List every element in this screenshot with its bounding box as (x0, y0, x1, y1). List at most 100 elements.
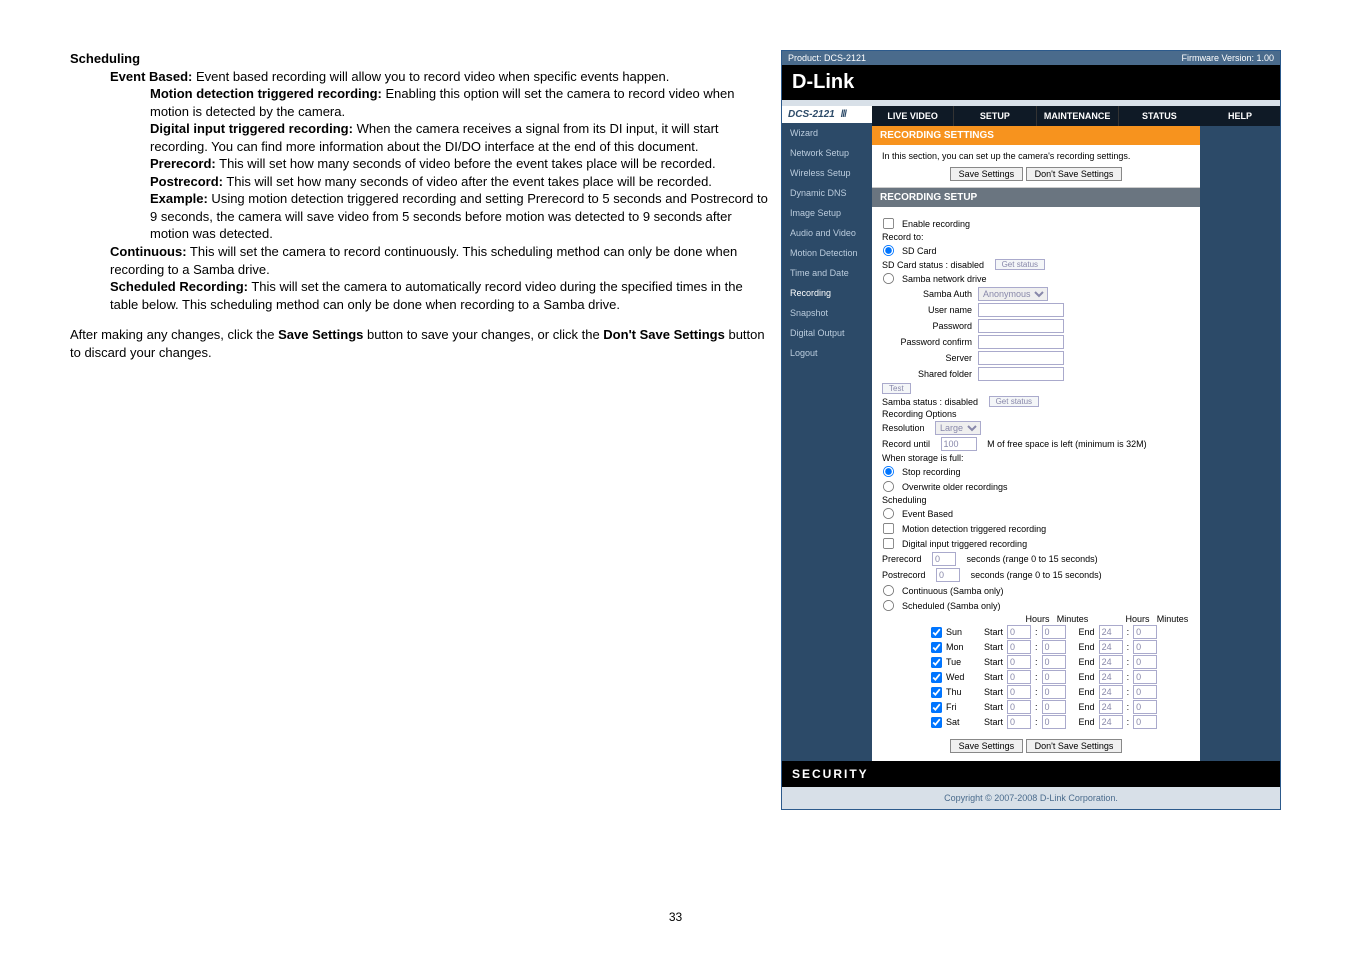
sidebar-item-wizard[interactable]: Wizard (782, 123, 872, 143)
label-motion: Motion detection triggered recording: (150, 86, 382, 101)
sidebar-item-image-setup[interactable]: Image Setup (782, 203, 872, 223)
schedule-row: SatStart : End : (930, 715, 1190, 729)
start-hours-input[interactable] (1007, 670, 1031, 684)
sidebar-item-logout[interactable]: Logout (782, 343, 872, 363)
start-minutes-input[interactable] (1042, 655, 1066, 669)
end-minutes-input[interactable] (1133, 640, 1157, 654)
day-checkbox[interactable] (931, 701, 942, 712)
label-event-based: Event Based: (110, 69, 192, 84)
sidebar-item-network-setup[interactable]: Network Setup (782, 143, 872, 163)
label-scheduled: Scheduled Recording: (110, 279, 248, 294)
end-minutes-input[interactable] (1133, 625, 1157, 639)
end-minutes-input[interactable] (1133, 700, 1157, 714)
sd-card-radio[interactable] (883, 245, 894, 256)
day-checkbox[interactable] (931, 626, 942, 637)
scheduled-radio[interactable] (883, 600, 894, 611)
samba-auth-select[interactable]: Anonymous (978, 287, 1048, 301)
app-screenshot: Product: DCS-2121 Firmware Version: 1.00… (781, 50, 1281, 810)
record-until-input[interactable] (941, 437, 977, 451)
day-checkbox[interactable] (931, 716, 942, 727)
resolution-select[interactable]: Large (935, 421, 981, 435)
schedule-row: SunStart : End : (930, 625, 1190, 639)
end-hours-input[interactable] (1099, 700, 1123, 714)
end-hours-input[interactable] (1099, 715, 1123, 729)
sidebar-item-dynamic-dns[interactable]: Dynamic DNS (782, 183, 872, 203)
model-badge: DCS-2121/// (782, 106, 872, 123)
end-minutes-input[interactable] (1133, 670, 1157, 684)
start-minutes-input[interactable] (1042, 715, 1066, 729)
day-checkbox[interactable] (931, 656, 942, 667)
start-hours-input[interactable] (1007, 655, 1031, 669)
recording-setup-title: RECORDING SETUP (872, 188, 1200, 207)
samba-radio[interactable] (883, 273, 894, 284)
continuous-radio[interactable] (883, 585, 894, 596)
save-settings-button[interactable]: Save Settings (950, 167, 1024, 181)
sidebar-item-audio-video[interactable]: Audio and Video (782, 223, 872, 243)
product-label: Product: DCS-2121 (788, 53, 866, 63)
sidebar-item-digital-output[interactable]: Digital Output (782, 323, 872, 343)
sidebar-item-motion-detection[interactable]: Motion Detection (782, 243, 872, 263)
sidebar-item-recording[interactable]: Recording (782, 283, 872, 303)
documentation-text: Scheduling Event Based: Event based reco… (70, 50, 771, 810)
start-hours-input[interactable] (1007, 625, 1031, 639)
day-checkbox[interactable] (931, 671, 942, 682)
dont-save-settings-button-bottom[interactable]: Don't Save Settings (1026, 739, 1123, 753)
prerecord-input[interactable] (932, 552, 956, 566)
tab-live-video[interactable]: LIVE VIDEO (872, 106, 954, 126)
start-minutes-input[interactable] (1042, 625, 1066, 639)
end-minutes-input[interactable] (1133, 685, 1157, 699)
stop-recording-radio[interactable] (883, 466, 894, 477)
schedule-row: FriStart : End : (930, 700, 1190, 714)
username-input[interactable] (978, 303, 1064, 317)
sidebar-item-time-date[interactable]: Time and Date (782, 263, 872, 283)
start-hours-input[interactable] (1007, 685, 1031, 699)
sd-get-status-button[interactable]: Get status (995, 259, 1045, 270)
event-based-radio[interactable] (883, 508, 894, 519)
end-minutes-input[interactable] (1133, 655, 1157, 669)
start-hours-input[interactable] (1007, 715, 1031, 729)
sidebar-item-snapshot[interactable]: Snapshot (782, 303, 872, 323)
scheduling-label: Scheduling (882, 495, 1190, 505)
tab-help[interactable]: HELP (1200, 106, 1280, 126)
start-minutes-input[interactable] (1042, 700, 1066, 714)
tab-maintenance[interactable]: MAINTENANCE (1037, 106, 1119, 126)
section-description: In this section, you can set up the came… (882, 151, 1190, 161)
overwrite-radio[interactable] (883, 481, 894, 492)
record-to-label: Record to: (882, 232, 1190, 242)
schedule-row: TueStart : End : (930, 655, 1190, 669)
end-hours-input[interactable] (1099, 685, 1123, 699)
end-hours-input[interactable] (1099, 640, 1123, 654)
page-number: 33 (0, 910, 1351, 924)
end-hours-input[interactable] (1099, 655, 1123, 669)
server-input[interactable] (978, 351, 1064, 365)
end-hours-input[interactable] (1099, 670, 1123, 684)
save-settings-button-bottom[interactable]: Save Settings (950, 739, 1024, 753)
start-minutes-input[interactable] (1042, 670, 1066, 684)
schedule-row: MonStart : End : (930, 640, 1190, 654)
tab-status[interactable]: STATUS (1119, 106, 1200, 126)
end-minutes-input[interactable] (1133, 715, 1157, 729)
password-confirm-input[interactable] (978, 335, 1064, 349)
password-input[interactable] (978, 319, 1064, 333)
tab-setup[interactable]: SETUP (954, 106, 1036, 126)
start-minutes-input[interactable] (1042, 640, 1066, 654)
di-triggered-checkbox[interactable] (883, 538, 894, 549)
recording-options-label: Recording Options (882, 409, 1190, 419)
dont-save-settings-button[interactable]: Don't Save Settings (1026, 167, 1123, 181)
shared-folder-input[interactable] (978, 367, 1064, 381)
heading-scheduling: Scheduling (70, 51, 140, 66)
motion-triggered-checkbox[interactable] (883, 523, 894, 534)
start-hours-input[interactable] (1007, 700, 1031, 714)
start-minutes-input[interactable] (1042, 685, 1066, 699)
day-checkbox[interactable] (931, 641, 942, 652)
start-hours-input[interactable] (1007, 640, 1031, 654)
samba-get-status-button[interactable]: Get status (989, 396, 1039, 407)
sidebar-item-wireless-setup[interactable]: Wireless Setup (782, 163, 872, 183)
day-checkbox[interactable] (931, 686, 942, 697)
postrecord-input[interactable] (936, 568, 960, 582)
section-title: RECORDING SETTINGS (872, 126, 1200, 145)
enable-recording-checkbox[interactable] (883, 218, 894, 229)
end-hours-input[interactable] (1099, 625, 1123, 639)
test-button[interactable]: Test (882, 383, 911, 394)
label-prerecord: Prerecord: (150, 156, 216, 171)
